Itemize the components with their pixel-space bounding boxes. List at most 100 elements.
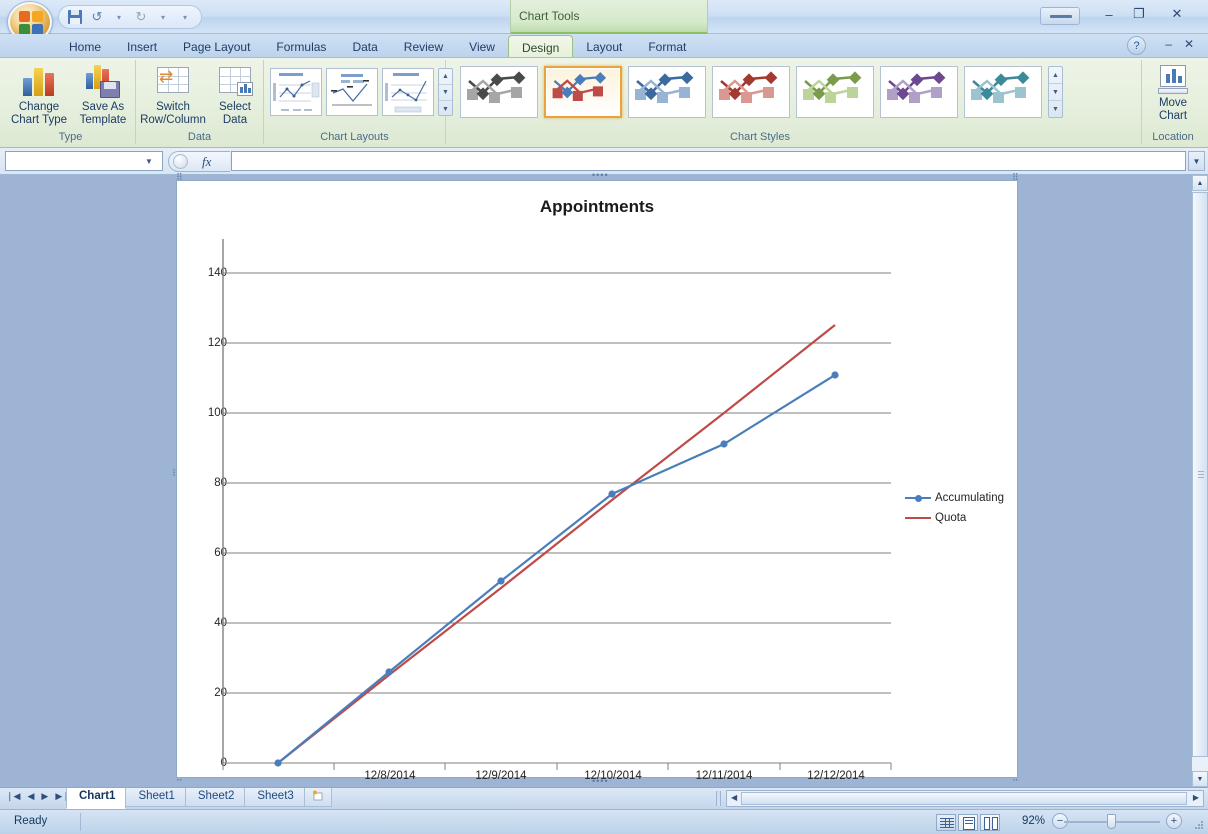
tab-view[interactable]: View — [456, 35, 508, 57]
close-workbook-icon[interactable]: ✕ — [1184, 37, 1194, 51]
move-chart-label-2: Chart — [1158, 110, 1188, 122]
legend-entry-quota[interactable]: Quota — [905, 508, 1004, 528]
zoom-level-label[interactable]: 92% — [1022, 815, 1045, 827]
column-chart-icon — [19, 64, 59, 98]
tab-format[interactable]: Format — [635, 35, 699, 57]
chart-style-5[interactable] — [796, 66, 874, 118]
switch-row-column-icon: ⇄ — [153, 64, 193, 98]
formula-input[interactable] — [232, 152, 1185, 170]
tab-formulas[interactable]: Formulas — [263, 35, 339, 57]
chart-handle-top-center[interactable]: •••• — [592, 171, 609, 180]
tab-review[interactable]: Review — [391, 35, 456, 57]
save-icon[interactable] — [65, 7, 85, 27]
help-icon[interactable]: ? — [1127, 36, 1146, 55]
switch-row-column-button[interactable]: ⇄ Switch Row/Column — [138, 64, 208, 127]
chart-styles-more[interactable]: ▼ — [1049, 101, 1062, 118]
zoom-in-button[interactable]: + — [1166, 813, 1182, 829]
insert-worksheet-icon[interactable] — [303, 788, 332, 807]
ribbon-group-label-type: Type — [58, 131, 83, 143]
x-tick-1: 12/8/2014 — [364, 770, 416, 782]
status-separator — [80, 813, 81, 831]
undo-icon[interactable]: ↺ — [87, 7, 107, 27]
move-chart-button[interactable]: Move Chart — [1142, 64, 1204, 123]
sheet-tab-sheet1[interactable]: Sheet1 — [125, 788, 186, 807]
first-sheet-button[interactable]: ❘◀ — [6, 791, 20, 802]
save-as-template-label-1: Save As — [81, 101, 125, 113]
horizontal-scroll-thumb[interactable] — [741, 792, 1187, 805]
tab-layout[interactable]: Layout — [573, 35, 635, 57]
chart-layout-option-2[interactable] — [326, 68, 378, 116]
name-box-dropdown-icon[interactable]: ▼ — [140, 157, 158, 166]
legend-label-accumulating: Accumulating — [935, 492, 1005, 504]
change-chart-type-button[interactable]: Change Chart Type — [8, 64, 70, 127]
minimize-ribbon-icon[interactable]: – — [1165, 37, 1172, 51]
minimize-window-button[interactable]: – — [1096, 4, 1122, 24]
maximize-window-button[interactable]: ❐ — [1126, 4, 1152, 24]
expand-formula-bar-icon[interactable]: ▼ — [1188, 151, 1205, 171]
zoom-slider-handle[interactable] — [1107, 814, 1116, 829]
series-quota-line — [277, 324, 836, 764]
tab-insert[interactable]: Insert — [114, 35, 170, 57]
select-data-label-1: Select — [219, 101, 251, 113]
x-tick-4: 12/11/2014 — [695, 770, 753, 782]
tab-split-handle[interactable] — [716, 791, 721, 806]
close-window-button[interactable]: ✕ — [1164, 4, 1190, 24]
scroll-right-button[interactable]: ▶ — [1193, 793, 1199, 802]
redo-icon[interactable]: ↻ — [131, 7, 151, 27]
chart-layout-option-3[interactable] — [382, 68, 434, 116]
undo-dropdown-icon[interactable]: ▾ — [109, 7, 129, 27]
legend-marker-quota — [905, 512, 931, 524]
series-accumulating-line — [277, 374, 836, 764]
formula-input-wrapper[interactable] — [231, 151, 1186, 171]
chart-legend[interactable]: Accumulating Quota — [905, 488, 1004, 528]
save-as-template-button[interactable]: Save As Template — [72, 64, 134, 127]
move-chart-label-1: Move — [1158, 97, 1188, 109]
sheet-tab-sheet2[interactable]: Sheet2 — [184, 788, 246, 807]
chart-object[interactable]: Appointments 0 20 40 60 80 100 120 140 1… — [176, 180, 1019, 782]
customize-qat-icon[interactable]: ▾ — [175, 7, 195, 27]
restore-window-button[interactable] — [1040, 7, 1080, 25]
next-sheet-button[interactable]: ▶ — [41, 791, 48, 802]
chart-layout-option-1[interactable] — [270, 68, 322, 116]
ribbon-group-type: Change Chart Type Save As Template Type — [6, 60, 136, 144]
chart-style-7[interactable] — [964, 66, 1042, 118]
chart-style-6[interactable] — [880, 66, 958, 118]
name-box[interactable]: ▼ — [5, 151, 163, 171]
tab-page-layout[interactable]: Page Layout — [170, 35, 263, 57]
tab-data[interactable]: Data — [339, 35, 390, 57]
sheet-tab-sheet3[interactable]: Sheet3 — [244, 788, 305, 807]
chart-style-3[interactable] — [628, 66, 706, 118]
horizontal-scrollbar[interactable]: ◀ ▶ — [726, 790, 1204, 807]
legend-entry-accumulating[interactable]: Accumulating — [905, 488, 1004, 508]
sheet-tab-chart1[interactable]: Chart1 — [66, 788, 127, 809]
scroll-left-button[interactable]: ◀ — [731, 793, 737, 802]
vertical-scroll-thumb[interactable] — [1192, 192, 1208, 757]
chart-style-4[interactable] — [712, 66, 790, 118]
name-box-input[interactable] — [6, 152, 140, 170]
ribbon-group-chart-styles: ▲ ▼ ▼ Chart Styles — [446, 60, 1142, 144]
vertical-scrollbar[interactable]: ▲ ▼ — [1191, 175, 1208, 787]
insert-function-icon[interactable]: fx — [202, 154, 211, 170]
chart-style-1[interactable] — [460, 66, 538, 118]
tab-design[interactable]: Design — [507, 35, 574, 57]
chart-plot-area[interactable] — [177, 181, 1019, 779]
chart-styles-scroll-up[interactable]: ▲ — [1049, 67, 1062, 84]
scroll-up-button[interactable]: ▲ — [1192, 175, 1208, 191]
x-tick-3: 12/10/2014 — [584, 770, 642, 782]
ribbon-group-location: Move Chart Location — [1142, 60, 1204, 144]
chart-styles-scroll-down[interactable]: ▼ — [1049, 84, 1062, 101]
chart-style-2[interactable] — [544, 66, 622, 118]
scroll-down-button[interactable]: ▼ — [1192, 771, 1208, 787]
resize-grip[interactable] — [1194, 821, 1204, 831]
select-data-button[interactable]: Select Data — [210, 64, 260, 127]
page-break-preview-icon[interactable] — [980, 814, 1000, 831]
ribbon-group-chart-layouts: ▲ ▼ ▼ Chart Layouts — [264, 60, 453, 144]
chart-styles-scroll[interactable]: ▲ ▼ ▼ — [1048, 66, 1063, 118]
ribbon-group-label-chart-layouts: Chart Layouts — [320, 131, 389, 143]
page-layout-view-icon[interactable] — [958, 814, 978, 831]
cancel-icon[interactable] — [173, 154, 188, 169]
normal-view-icon[interactable] — [936, 814, 956, 831]
prev-sheet-button[interactable]: ◀ — [27, 791, 34, 802]
tab-home[interactable]: Home — [56, 35, 114, 57]
redo-dropdown-icon[interactable]: ▾ — [153, 7, 173, 27]
